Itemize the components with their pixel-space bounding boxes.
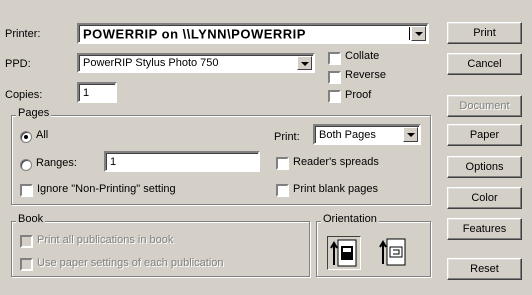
options-button[interactable]: Options xyxy=(447,156,522,178)
print-button[interactable]: Print xyxy=(447,22,522,44)
reverse-checkbox[interactable] xyxy=(328,71,341,84)
print-select[interactable]: Both Pages xyxy=(313,124,421,145)
ppd-value: PowerRIP Stylus Photo 750 xyxy=(83,57,219,69)
all-radio[interactable] xyxy=(20,131,32,143)
cancel-button[interactable]: Cancel xyxy=(447,53,522,75)
ignore-nonprinting-label: Ignore "Non-Printing" setting xyxy=(37,183,176,195)
all-label: All xyxy=(36,129,49,141)
proof-checkbox[interactable] xyxy=(328,90,341,103)
chevron-down-icon[interactable] xyxy=(297,56,312,70)
copies-input[interactable]: 1 xyxy=(77,82,117,103)
reset-button[interactable]: Reset xyxy=(447,258,522,280)
pages-title: Pages xyxy=(16,107,52,119)
color-button[interactable]: Color xyxy=(447,187,522,209)
ignore-nonprinting-checkbox[interactable] xyxy=(20,184,33,197)
portrait-orientation-icon xyxy=(330,239,357,267)
features-button[interactable]: Features xyxy=(447,218,522,240)
use-paper-settings-label: Use paper settings of each publication xyxy=(37,257,224,269)
proof-label: Proof xyxy=(345,89,372,101)
ranges-value: 1 xyxy=(110,155,117,168)
printer-label: Printer: xyxy=(5,28,41,40)
ranges-label: Ranges: xyxy=(36,157,77,169)
print-value: Both Pages xyxy=(319,128,376,141)
print-blank-checkbox[interactable] xyxy=(276,184,289,197)
print-all-book-checkbox[interactable] xyxy=(20,235,33,248)
portrait-orientation-button[interactable] xyxy=(327,236,361,270)
printer-value: POWERRIP on \\LYNN\POWERRIP xyxy=(83,26,306,41)
ppd-label: PPD: xyxy=(5,58,31,70)
orientation-title: Orientation xyxy=(321,213,379,225)
print-all-book-label: Print all publications in book xyxy=(37,234,174,246)
copies-value: 1 xyxy=(83,86,90,99)
reverse-label: Reverse xyxy=(345,69,386,81)
landscape-orientation-button[interactable] xyxy=(377,236,411,270)
collate-label: Collate xyxy=(345,50,380,62)
chevron-down-icon[interactable] xyxy=(403,127,418,142)
copies-label: Copies: xyxy=(5,89,43,101)
ranges-input[interactable]: 1 xyxy=(104,151,260,172)
readers-spreads-checkbox[interactable] xyxy=(276,157,289,170)
collate-checkbox[interactable] xyxy=(328,52,341,65)
chevron-down-icon[interactable] xyxy=(411,26,426,41)
document-button[interactable]: Document xyxy=(447,95,522,117)
readers-spreads-label: Reader's spreads xyxy=(293,156,379,168)
paper-button[interactable]: Paper xyxy=(447,124,522,146)
printer-select[interactable]: POWERRIP on \\LYNN\POWERRIP xyxy=(77,23,429,44)
print-blank-label: Print blank pages xyxy=(293,183,378,195)
text-caret xyxy=(409,27,410,40)
ranges-radio[interactable] xyxy=(20,159,32,171)
ppd-select[interactable]: PowerRIP Stylus Photo 750 xyxy=(77,53,315,73)
use-paper-settings-checkbox[interactable] xyxy=(20,258,33,271)
print-label: Print: xyxy=(274,131,300,143)
book-title: Book xyxy=(16,213,46,225)
landscape-orientation-icon xyxy=(379,238,406,266)
